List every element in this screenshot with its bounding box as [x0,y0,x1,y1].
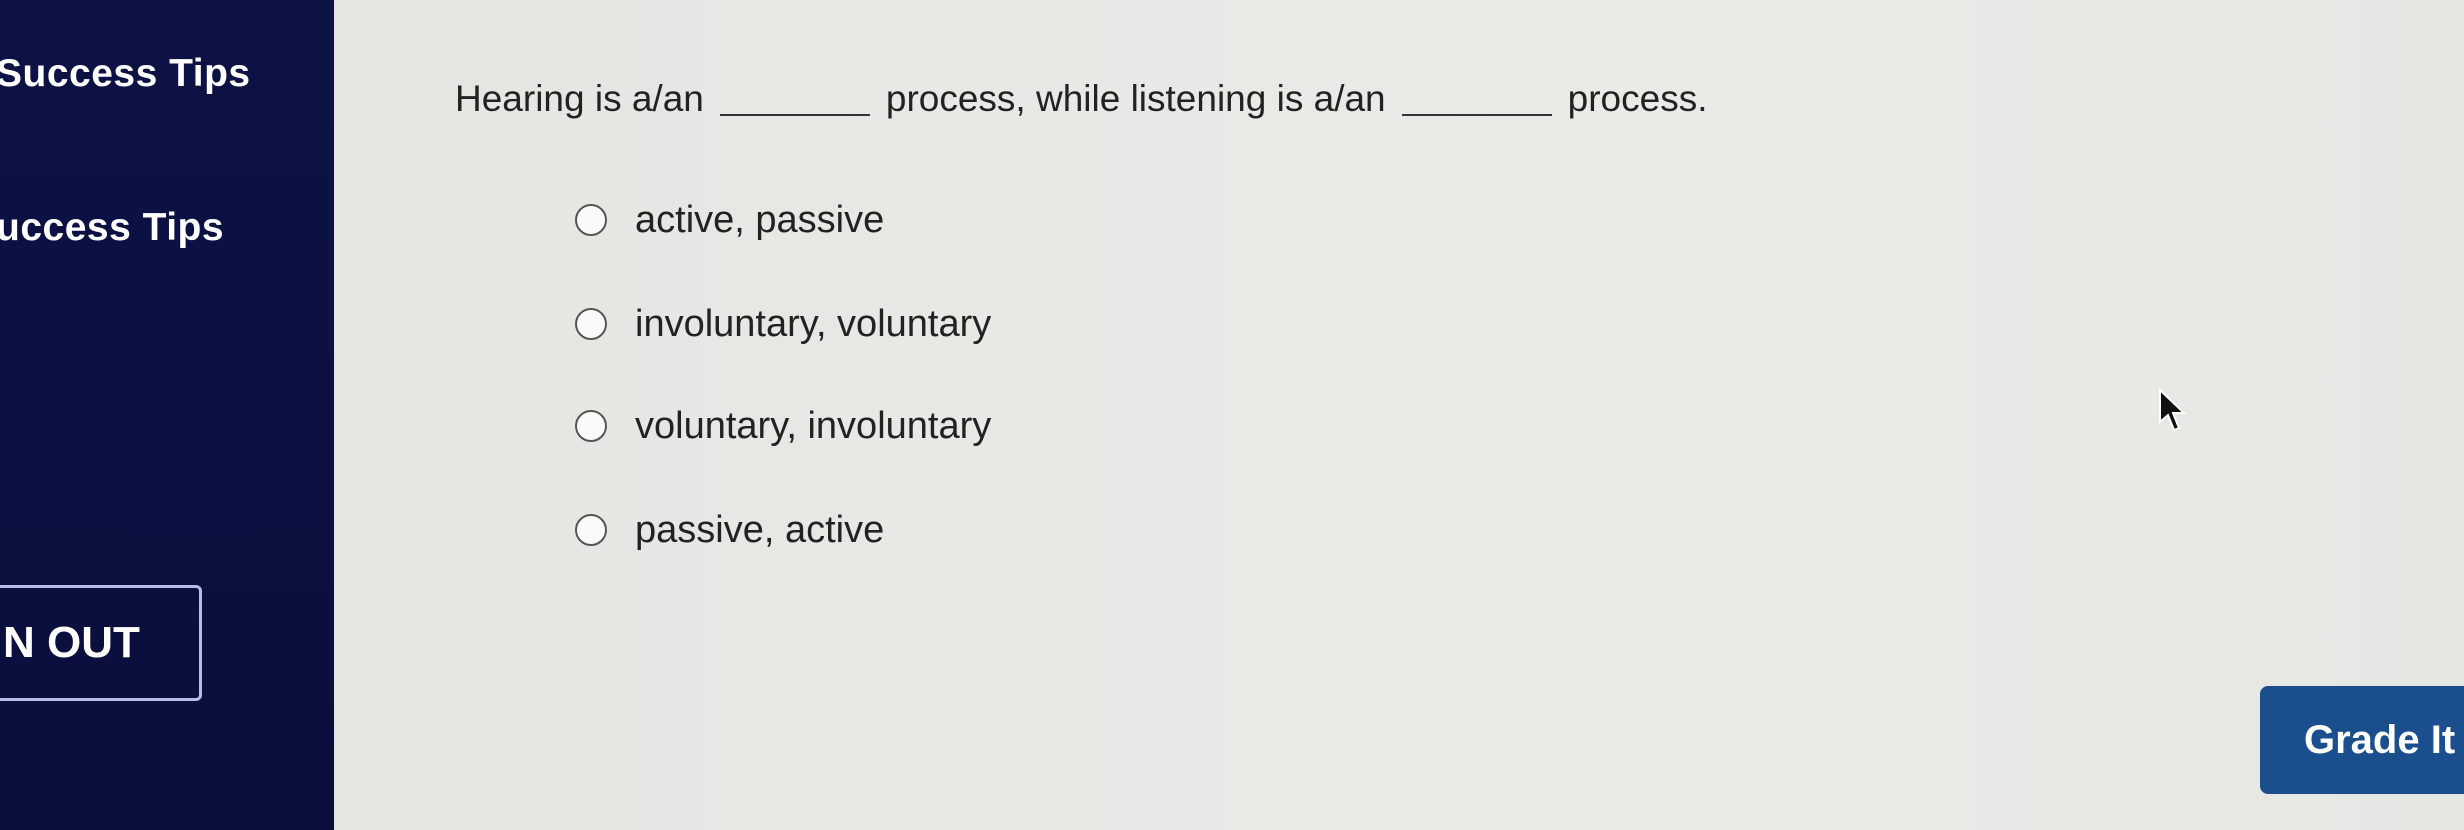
option-label: passive, active [635,508,885,551]
sidebar-item-success-tips[interactable]: Success Tips [0,52,251,96]
radio-button[interactable] [575,410,607,442]
page: Success Tips uccess Tips N OUT Hearing i… [0,0,2464,830]
option-label: involuntary, voluntary [635,302,992,345]
option-involuntary-voluntary[interactable]: involuntary, voluntary [575,302,991,346]
mouse-pointer-icon [2159,388,2187,432]
blank-1 [719,114,870,116]
sign-out-label: N OUT [3,618,140,667]
answer-options: active, passive involuntary, voluntary v… [575,198,991,612]
option-label: active, passive [635,198,885,241]
question-part-3: process. [1567,78,1708,119]
question-part-1: Hearing is a/an [455,78,704,119]
grade-it-label: Grade It [2304,717,2456,762]
sign-out-button[interactable]: N OUT [0,585,202,701]
sidebar: Success Tips uccess Tips N OUT [0,0,334,830]
grade-it-button[interactable]: Grade It [2260,686,2464,794]
sidebar-item-success-tips-2[interactable]: uccess Tips [0,206,224,250]
blank-2 [1401,114,1552,116]
option-label: voluntary, involuntary [635,404,992,447]
option-active-passive[interactable]: active, passive [575,198,991,242]
option-passive-active[interactable]: passive, active [575,508,991,552]
option-voluntary-involuntary[interactable]: voluntary, involuntary [575,404,991,448]
question-text: Hearing is a/an process, while listening… [455,78,1707,120]
question-part-2: process, while listening is a/an [885,78,1386,119]
radio-button[interactable] [575,514,607,546]
radio-button[interactable] [575,308,607,340]
radio-button[interactable] [575,204,607,236]
